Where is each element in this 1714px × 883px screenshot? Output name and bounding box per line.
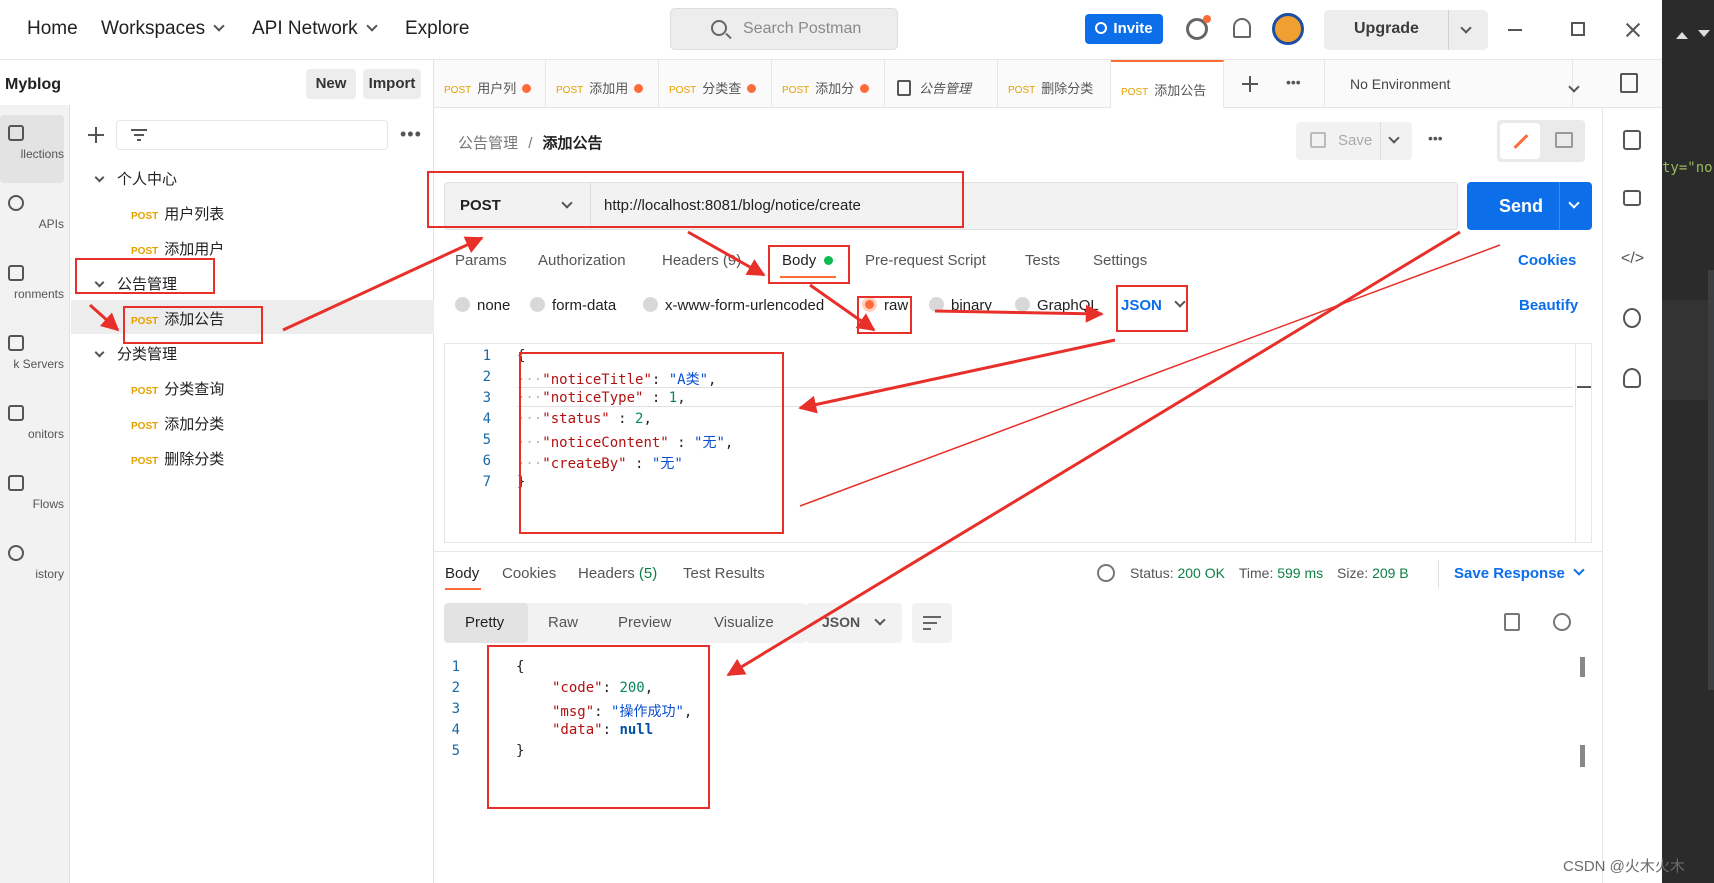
annotation-arrow bbox=[809, 283, 876, 332]
annotation-arrow bbox=[282, 236, 484, 332]
annotation-arrow-thin bbox=[799, 244, 1501, 507]
annotation-arrow bbox=[687, 230, 766, 277]
annotation-arrow bbox=[726, 230, 1461, 677]
annotation-arrows bbox=[89, 230, 1501, 677]
annotation-arrow bbox=[934, 304, 1104, 323]
watermark: CSDN @火木火木 bbox=[1563, 858, 1685, 875]
annotation-arrow bbox=[798, 338, 1116, 414]
annotation-arrow bbox=[89, 303, 120, 332]
